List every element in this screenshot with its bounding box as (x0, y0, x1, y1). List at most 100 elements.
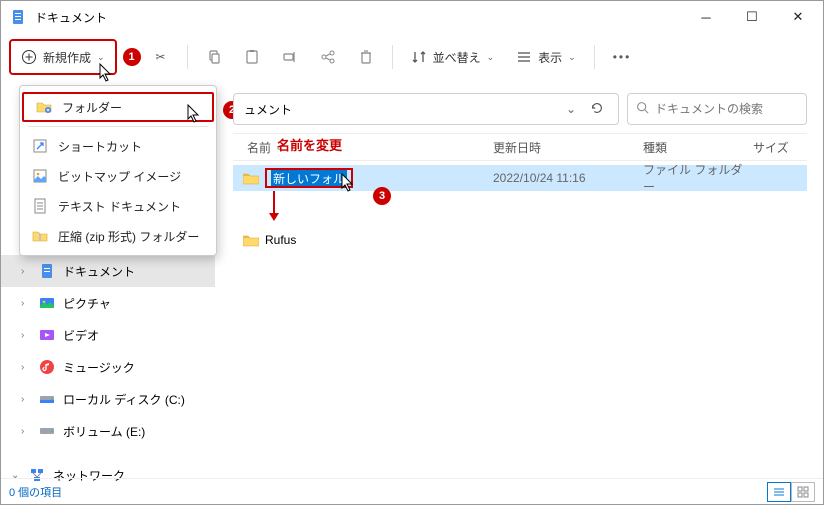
disk-icon (39, 391, 55, 407)
thumbnails-view-button[interactable] (791, 482, 815, 502)
close-button[interactable]: ✕ (775, 1, 821, 33)
sort-label: 並べ替え (433, 49, 481, 66)
sidebar-item-localdisk[interactable]: › ローカル ディスク (C:) (1, 383, 215, 415)
rename-button[interactable] (272, 39, 308, 75)
folder-plus-icon (36, 99, 52, 115)
toolbar-separator (594, 45, 595, 69)
cursor-icon (187, 104, 201, 124)
menu-item-zip[interactable]: 圧縮 (zip 形式) フォルダー (20, 221, 216, 251)
annotation-arrow-down (267, 191, 281, 223)
new-button-label: 新規作成 (43, 49, 91, 66)
rename-icon (282, 49, 298, 65)
chevron-down-icon: ⌄ (487, 52, 495, 63)
nav-sidebar: › ドキュメント › ピクチャ › ビデオ › ミュージック › ローカル ディ… (1, 251, 215, 478)
textdoc-icon (32, 198, 48, 214)
cut-button[interactable]: ✂ (143, 39, 179, 75)
search-icon (636, 101, 649, 117)
refresh-button[interactable] (582, 101, 612, 118)
cursor-icon (341, 173, 355, 193)
menu-folder-label: フォルダー (62, 99, 122, 116)
sidebar-item-documents[interactable]: › ドキュメント (1, 255, 215, 287)
search-input[interactable] (655, 102, 810, 116)
plus-circle-icon (21, 49, 37, 65)
chevron-right-icon: › (21, 298, 31, 309)
menu-zip-label: 圧縮 (zip 形式) フォルダー (58, 228, 199, 245)
annotation-rename-label: 名前を変更 (277, 135, 342, 154)
sidebar-item-music[interactable]: › ミュージック (1, 351, 215, 383)
sidebar-item-label: ピクチャ (63, 295, 111, 312)
chevron-down-icon: ⌄ (97, 52, 105, 63)
file-name: Rufus (265, 233, 296, 247)
chevron-right-icon: › (21, 426, 31, 437)
copy-icon (206, 49, 222, 65)
sidebar-item-label: ドキュメント (63, 263, 135, 280)
copy-button[interactable] (196, 39, 232, 75)
chevron-right-icon: › (21, 266, 31, 277)
toolbar-separator (187, 45, 188, 69)
sidebar-item-label: ミュージック (63, 359, 135, 376)
sidebar-item-label: ビデオ (63, 327, 99, 344)
menu-textdoc-label: テキスト ドキュメント (58, 198, 181, 215)
titlebar: ドキュメント ─ ☐ ✕ (1, 1, 823, 33)
more-icon: ••• (613, 50, 632, 64)
sidebar-item-label: ボリューム (E:) (63, 423, 145, 440)
menu-shortcut-label: ショートカット (58, 138, 142, 155)
paste-icon (244, 49, 260, 65)
column-name[interactable]: 名前 (233, 139, 493, 156)
menu-item-folder[interactable]: フォルダー (22, 92, 214, 122)
rename-field[interactable] (265, 168, 353, 188)
statusbar: 0 個の項目 (1, 478, 823, 504)
sidebar-item-videos[interactable]: › ビデオ (1, 319, 215, 351)
maximize-button[interactable]: ☐ (729, 1, 775, 33)
cursor-icon (99, 63, 113, 83)
chevron-down-icon[interactable]: ⌄ (560, 102, 582, 116)
column-date[interactable]: 更新日時 (493, 139, 643, 156)
sort-button[interactable]: 並べ替え ⌄ (401, 39, 505, 75)
pictures-icon (39, 295, 55, 311)
share-icon (320, 49, 336, 65)
disk-icon (39, 423, 55, 439)
view-button[interactable]: 表示 ⌄ (506, 39, 586, 75)
date-cell: 2022/10/24 11:16 (493, 171, 643, 185)
minimize-button[interactable]: ─ (683, 1, 729, 33)
menu-separator (28, 126, 208, 127)
address-bar[interactable]: ュメント ⌄ (233, 93, 619, 125)
details-view-button[interactable] (767, 482, 791, 502)
paste-button[interactable] (234, 39, 270, 75)
annotation-badge-3: 3 (373, 187, 391, 205)
delete-button[interactable] (348, 39, 384, 75)
videos-icon (39, 327, 55, 343)
sidebar-item-label: ローカル ディスク (C:) (63, 391, 185, 408)
search-box[interactable] (627, 93, 807, 125)
menu-item-shortcut[interactable]: ショートカット (20, 131, 216, 161)
menu-item-bitmap[interactable]: ビットマップ イメージ (20, 161, 216, 191)
sidebar-item-volume[interactable]: › ボリューム (E:) (1, 415, 215, 447)
zip-icon (32, 228, 48, 244)
shortcut-icon (32, 138, 48, 154)
sidebar-item-pictures[interactable]: › ピクチャ (1, 287, 215, 319)
menu-bitmap-label: ビットマップ イメージ (58, 168, 181, 185)
rename-input[interactable] (271, 170, 347, 186)
sort-icon (411, 49, 427, 65)
chevron-down-icon: ⌄ (568, 52, 576, 63)
window-title: ドキュメント (35, 9, 107, 26)
chevron-right-icon: › (21, 362, 31, 373)
music-icon (39, 359, 55, 375)
view-label: 表示 (538, 49, 562, 66)
folder-icon (243, 171, 259, 185)
status-item-count: 0 個の項目 (9, 484, 62, 500)
menu-item-textdoc[interactable]: テキスト ドキュメント (20, 191, 216, 221)
document-icon (39, 263, 55, 279)
type-cell: ファイル フォルダー (643, 161, 753, 195)
view-icon (516, 49, 532, 65)
more-button[interactable]: ••• (603, 39, 642, 75)
annotation-badge-1: 1 (123, 48, 141, 66)
scissors-icon: ✂ (153, 49, 169, 65)
chevron-right-icon: › (21, 330, 31, 341)
table-row[interactable]: Rufus (233, 227, 807, 253)
column-type[interactable]: 種類 (643, 139, 753, 156)
column-size[interactable]: サイズ (753, 139, 807, 156)
table-row[interactable]: 2022/10/24 11:16 ファイル フォルダー (233, 165, 807, 191)
share-button[interactable] (310, 39, 346, 75)
document-icon (11, 9, 27, 25)
